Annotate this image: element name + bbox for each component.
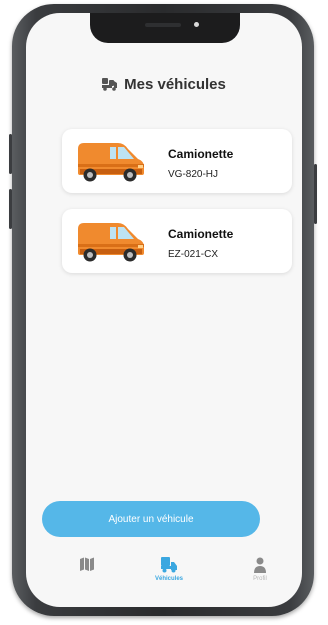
vehicle-card[interactable]: Camionette EZ-021-CX — [62, 209, 292, 273]
bottom-nav: Véhicules Profil — [26, 549, 302, 607]
phone-notch — [90, 13, 240, 43]
user-icon — [230, 557, 290, 573]
vehicle-name: Camionette — [168, 227, 234, 241]
phone-side-button — [314, 164, 317, 224]
phone-side-button — [9, 189, 12, 229]
truck-loading-icon — [102, 77, 118, 91]
speaker-grille — [145, 23, 181, 27]
vehicle-plate: VG-820-HJ — [168, 169, 219, 180]
vehicle-name: Camionette — [168, 147, 234, 161]
nav-item-profile[interactable]: Profil — [230, 557, 290, 597]
map-icon — [57, 557, 117, 571]
van-icon — [74, 139, 148, 183]
front-camera — [194, 22, 199, 27]
page-header: Mes véhicules — [26, 73, 302, 95]
vehicle-card[interactable]: Camionette VG-820-HJ — [62, 129, 292, 193]
nav-label-profile: Profil — [253, 576, 267, 582]
vehicle-plate: EZ-021-CX — [168, 249, 219, 260]
phone-side-button — [9, 134, 12, 174]
page-title: Mes véhicules — [124, 75, 226, 93]
nav-label-vehicles: Véhicules — [154, 576, 183, 582]
app-screen: Mes véhicules Camionette VG-820-HJ Camio… — [26, 13, 302, 607]
nav-item-map[interactable] — [57, 557, 117, 597]
van-icon — [74, 219, 148, 263]
truck-icon — [139, 557, 199, 573]
nav-item-vehicles[interactable]: Véhicules — [139, 557, 199, 597]
add-vehicle-button[interactable]: Ajouter un véhicule — [42, 501, 260, 537]
